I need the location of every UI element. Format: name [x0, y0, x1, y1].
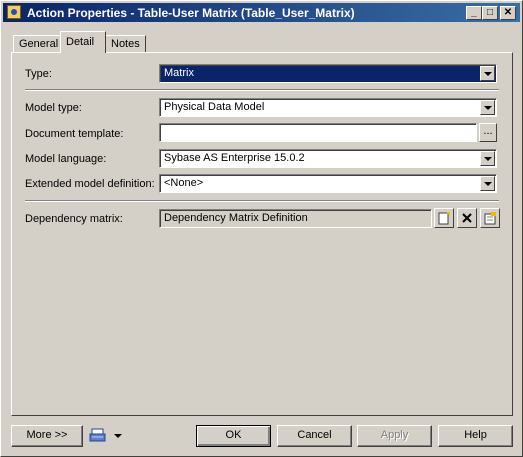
document-template-label: Document template:: [25, 128, 124, 140]
dependency-matrix-label: Dependency matrix:: [25, 213, 123, 225]
tab-notes[interactable]: Notes: [105, 35, 146, 52]
chevron-down-icon[interactable]: [113, 432, 123, 442]
model-language-dropdown-button[interactable]: [480, 151, 495, 166]
print-button[interactable]: [89, 427, 127, 445]
properties-button[interactable]: [480, 208, 500, 228]
tab-detail[interactable]: Detail: [60, 31, 106, 53]
delete-icon: [462, 213, 472, 223]
help-button[interactable]: Help: [438, 425, 513, 447]
delete-button[interactable]: [457, 208, 477, 228]
model-language-select[interactable]: Sybase AS Enterprise 15.0.2: [159, 149, 497, 168]
maximize-button[interactable]: □: [482, 6, 498, 20]
close-button[interactable]: ✕: [500, 6, 516, 20]
type-value: Matrix: [164, 67, 194, 79]
properties-icon: [484, 212, 496, 225]
model-type-value: Physical Data Model: [164, 101, 265, 113]
model-type-label: Model type:: [25, 102, 82, 114]
document-template-input[interactable]: [159, 123, 477, 142]
minimize-button[interactable]: _: [466, 6, 482, 20]
model-language-value: Sybase AS Enterprise 15.0.2: [164, 152, 305, 164]
type-select[interactable]: Matrix: [159, 64, 497, 83]
separator: [25, 89, 499, 91]
print-icon: [89, 428, 106, 442]
ok-button[interactable]: OK: [196, 425, 271, 447]
dependency-matrix-field: Dependency Matrix Definition: [159, 209, 432, 228]
extended-model-definition-label: Extended model definition:: [25, 178, 155, 190]
new-button[interactable]: [434, 208, 454, 228]
new-document-icon: [438, 212, 450, 225]
model-type-dropdown-button[interactable]: [480, 100, 495, 115]
app-icon: [7, 5, 21, 19]
window-title: Action Properties - Table-User Matrix (T…: [27, 6, 355, 20]
more-button[interactable]: More >>: [11, 425, 83, 447]
cancel-button[interactable]: Cancel: [277, 425, 352, 447]
model-type-select[interactable]: Physical Data Model: [159, 98, 497, 117]
document-template-browse-button[interactable]: ...: [479, 123, 497, 142]
apply-button[interactable]: Apply: [357, 425, 432, 447]
tab-general[interactable]: General: [13, 35, 61, 52]
type-label: Type:: [25, 68, 52, 80]
extended-model-definition-select[interactable]: <None>: [159, 174, 497, 193]
dialog-window: Action Properties - Table-User Matrix (T…: [0, 0, 523, 457]
separator: [25, 200, 499, 202]
model-language-label: Model language:: [25, 153, 107, 165]
type-dropdown-button[interactable]: [480, 66, 495, 81]
extended-model-definition-dropdown-button[interactable]: [480, 176, 495, 191]
title-bar[interactable]: Action Properties - Table-User Matrix (T…: [3, 3, 520, 22]
extended-model-definition-value: <None>: [164, 177, 204, 189]
